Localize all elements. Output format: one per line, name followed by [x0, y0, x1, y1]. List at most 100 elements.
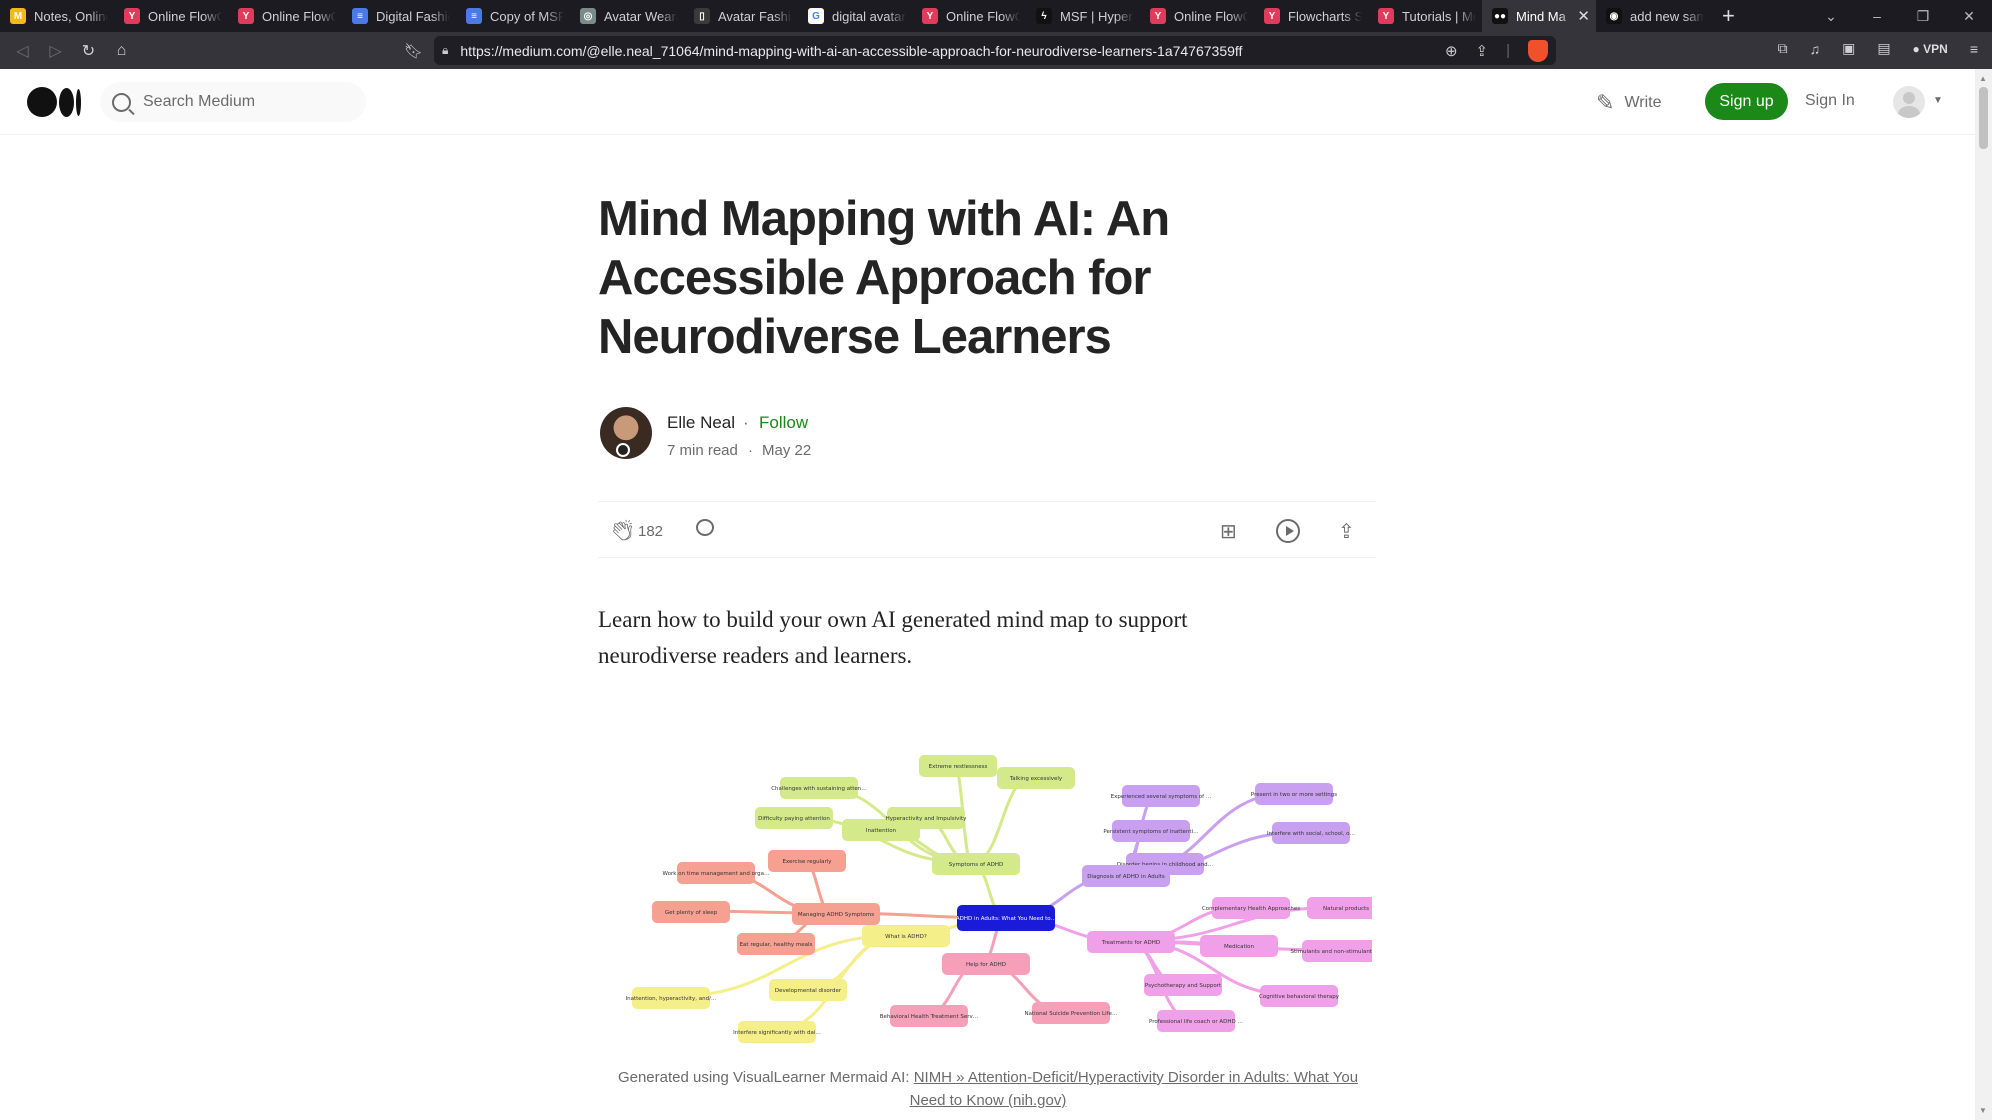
tab-list-chevron-icon[interactable]: ⌄: [1808, 8, 1854, 25]
mind-map-leaf-node-label: Difficulty paying attention: [758, 816, 830, 822]
browser-tab[interactable]: Y Tutorials | Me: [1368, 0, 1482, 32]
user-avatar[interactable]: [1893, 86, 1925, 118]
favicon-icon: Y: [238, 8, 254, 24]
caption-link[interactable]: NIMH » Attention-Deficit/Hyperactivity D…: [910, 1069, 1358, 1109]
mind-map-leaf-node-label: Persistent symptoms of inattenti…: [1103, 829, 1198, 835]
browser-tab[interactable]: ●● Mind Ma ✕: [1482, 0, 1596, 32]
mind-map-branch-node: Treatments for ADHD: [1087, 931, 1175, 953]
zoom-icon[interactable]: ⊕: [1445, 42, 1458, 60]
mind-map-branch-node-label: What is ADHD?: [885, 934, 927, 940]
browser-tab[interactable]: Y Flowcharts Sy: [1254, 0, 1368, 32]
mind-map-leaf-node-label: Hyperactivity and Impulsivity: [886, 816, 967, 822]
brave-shields-icon[interactable]: [1528, 39, 1548, 62]
tab-label: Online FlowC: [148, 8, 222, 24]
write-icon: ✎: [1596, 90, 1615, 115]
window-controls: ⌄ – ❐ ✕: [1808, 8, 1992, 25]
browser-tab[interactable]: ϟ MSF | Hyperfy: [1026, 0, 1140, 32]
extensions-icon[interactable]: ⧉: [1778, 40, 1788, 57]
mind-map-branch-node: What is ADHD?: [862, 925, 950, 947]
chevron-down-icon[interactable]: ▼: [1933, 95, 1943, 106]
scroll-down-arrow[interactable]: ▼: [1979, 1106, 1987, 1115]
favicon-icon: G: [808, 8, 824, 24]
forward-button[interactable]: ▷: [39, 41, 72, 61]
browser-tab[interactable]: Y Online FlowC: [228, 0, 342, 32]
mind-map-leaf-node: Talking excessively: [997, 767, 1075, 789]
vpn-label: VPN: [1923, 41, 1948, 56]
new-tab-button[interactable]: +: [1710, 3, 1747, 29]
sign-in-link[interactable]: Sign In: [1805, 92, 1855, 110]
mind-map-leaf-node: Eat regular, healthy meals: [737, 933, 815, 955]
lock-icon[interactable]: 🔒︎: [442, 43, 448, 58]
mind-map-leaf-node: Behavioral Health Treatment Serv…: [880, 1005, 978, 1027]
clap-count[interactable]: 182: [638, 523, 663, 540]
mind-map-branch-node-label: Diagnosis of ADHD in Adults: [1087, 874, 1165, 880]
browser-tab[interactable]: ◉ add new sam: [1596, 0, 1710, 32]
bookmark-icon[interactable]: 🔖︎: [404, 42, 423, 60]
mind-map-leaf-node: Natural products: [1307, 897, 1385, 919]
author-avatar[interactable]: [600, 407, 652, 459]
mind-map-leaf-node: Work on time management and orga…: [662, 862, 770, 884]
follow-button[interactable]: Follow: [759, 413, 808, 433]
medium-logo[interactable]: [27, 87, 81, 117]
vpn-button[interactable]: ● VPN: [1913, 42, 1948, 56]
wallet-icon[interactable]: ▤: [1877, 40, 1890, 57]
menu-icon[interactable]: ≡: [1970, 41, 1978, 57]
scroll-up-arrow[interactable]: ▲: [1979, 74, 1987, 83]
url-text[interactable]: https://medium.com/@elle.neal_71064/mind…: [460, 43, 1445, 59]
mind-map-leaf-node: Hyperactivity and Impulsivity: [886, 807, 967, 829]
share-icon[interactable]: ⇪: [1338, 519, 1355, 544]
restore-button[interactable]: ❐: [1900, 8, 1946, 25]
clap-icon[interactable]: 👏︎: [610, 518, 635, 543]
browser-tab[interactable]: ▯ Avatar Fashio: [684, 0, 798, 32]
favicon-icon: ◉: [1606, 8, 1622, 24]
mind-map-leaf-node: Professional life coach or ADHD …: [1149, 1010, 1243, 1032]
scrollbar-thumb[interactable]: [1979, 87, 1988, 149]
close-tab-icon[interactable]: ✕: [1577, 7, 1590, 25]
caption-text: Generated using VisualLearner Mermaid AI…: [617, 1069, 914, 1086]
browser-tab[interactable]: ≡ Digital Fashio: [342, 0, 456, 32]
browser-tab[interactable]: Gdigital avatar: [798, 0, 912, 32]
tab-label: Mind Ma: [1516, 8, 1566, 24]
mind-map-leaf-node-label: Experienced several symptoms of …: [1111, 794, 1212, 800]
browser-tab[interactable]: ≡ Copy of MSF: [456, 0, 570, 32]
back-button[interactable]: ◁: [6, 41, 39, 61]
favicon-icon: Y: [1150, 8, 1166, 24]
mind-map-leaf-node: Exercise regularly: [768, 850, 846, 872]
minimize-button[interactable]: –: [1854, 8, 1900, 25]
browser-tab[interactable]: ◎ Avatar Weara: [570, 0, 684, 32]
write-button[interactable]: ✎ Write: [1596, 90, 1661, 116]
reload-button[interactable]: ↻: [72, 41, 105, 61]
mind-map-leaf-node-label: National Suicide Prevention Life…: [1025, 1011, 1118, 1017]
mind-map-leaf-node-label: Natural products: [1323, 906, 1369, 912]
article-title: Mind Mapping with AI: An Accessible Appr…: [598, 192, 1170, 364]
mind-map-branch-node: Symptoms of ADHD: [932, 853, 1020, 875]
page-scrollbar[interactable]: ▲ ▼: [1975, 69, 1992, 1120]
write-label: Write: [1624, 94, 1662, 111]
author-name[interactable]: Elle Neal: [667, 413, 735, 433]
browser-tab[interactable]: M Notes, Online: [0, 0, 114, 32]
url-bar[interactable]: 🔒︎ https://medium.com/@elle.neal_71064/m…: [434, 36, 1556, 65]
share-page-icon[interactable]: ⇪: [1476, 42, 1489, 60]
listen-play-icon[interactable]: [1276, 519, 1300, 543]
medium-header: Search Medium ✎ Write Sign up Sign In ▼: [0, 69, 1975, 135]
tab-label: Tutorials | Me: [1402, 8, 1476, 24]
separator-dot: ·: [743, 413, 749, 432]
sidebar-icon[interactable]: ▣: [1842, 40, 1855, 57]
browser-tab[interactable]: Y Online FlowC: [912, 0, 1026, 32]
mind-map-leaf-node: Get plenty of sleep: [652, 901, 730, 923]
mind-map-leaf-node-label: Get plenty of sleep: [665, 910, 718, 916]
image-caption: Generated using VisualLearner Mermaid AI…: [598, 1066, 1378, 1112]
media-icon[interactable]: ♫: [1810, 41, 1821, 57]
browser-tab[interactable]: Y Online FlowC: [1140, 0, 1254, 32]
save-bookmark-icon[interactable]: ⊞: [1220, 519, 1237, 544]
mind-map-leaf-node-label: Challenges with sustaining atten…: [771, 786, 867, 792]
browser-tab[interactable]: Y Online FlowC: [114, 0, 228, 32]
sign-up-button[interactable]: Sign up: [1705, 83, 1788, 120]
search-input[interactable]: Search Medium: [100, 82, 366, 122]
tab-label: Online FlowC: [946, 8, 1020, 24]
mind-map-leaf-node-label: Interfere with social, school, o…: [1267, 831, 1355, 837]
tab-label: Online FlowC: [262, 8, 336, 24]
close-window-button[interactable]: ✕: [1946, 8, 1992, 25]
home-button[interactable]: ⌂: [105, 42, 138, 60]
comment-icon[interactable]: [696, 519, 714, 536]
